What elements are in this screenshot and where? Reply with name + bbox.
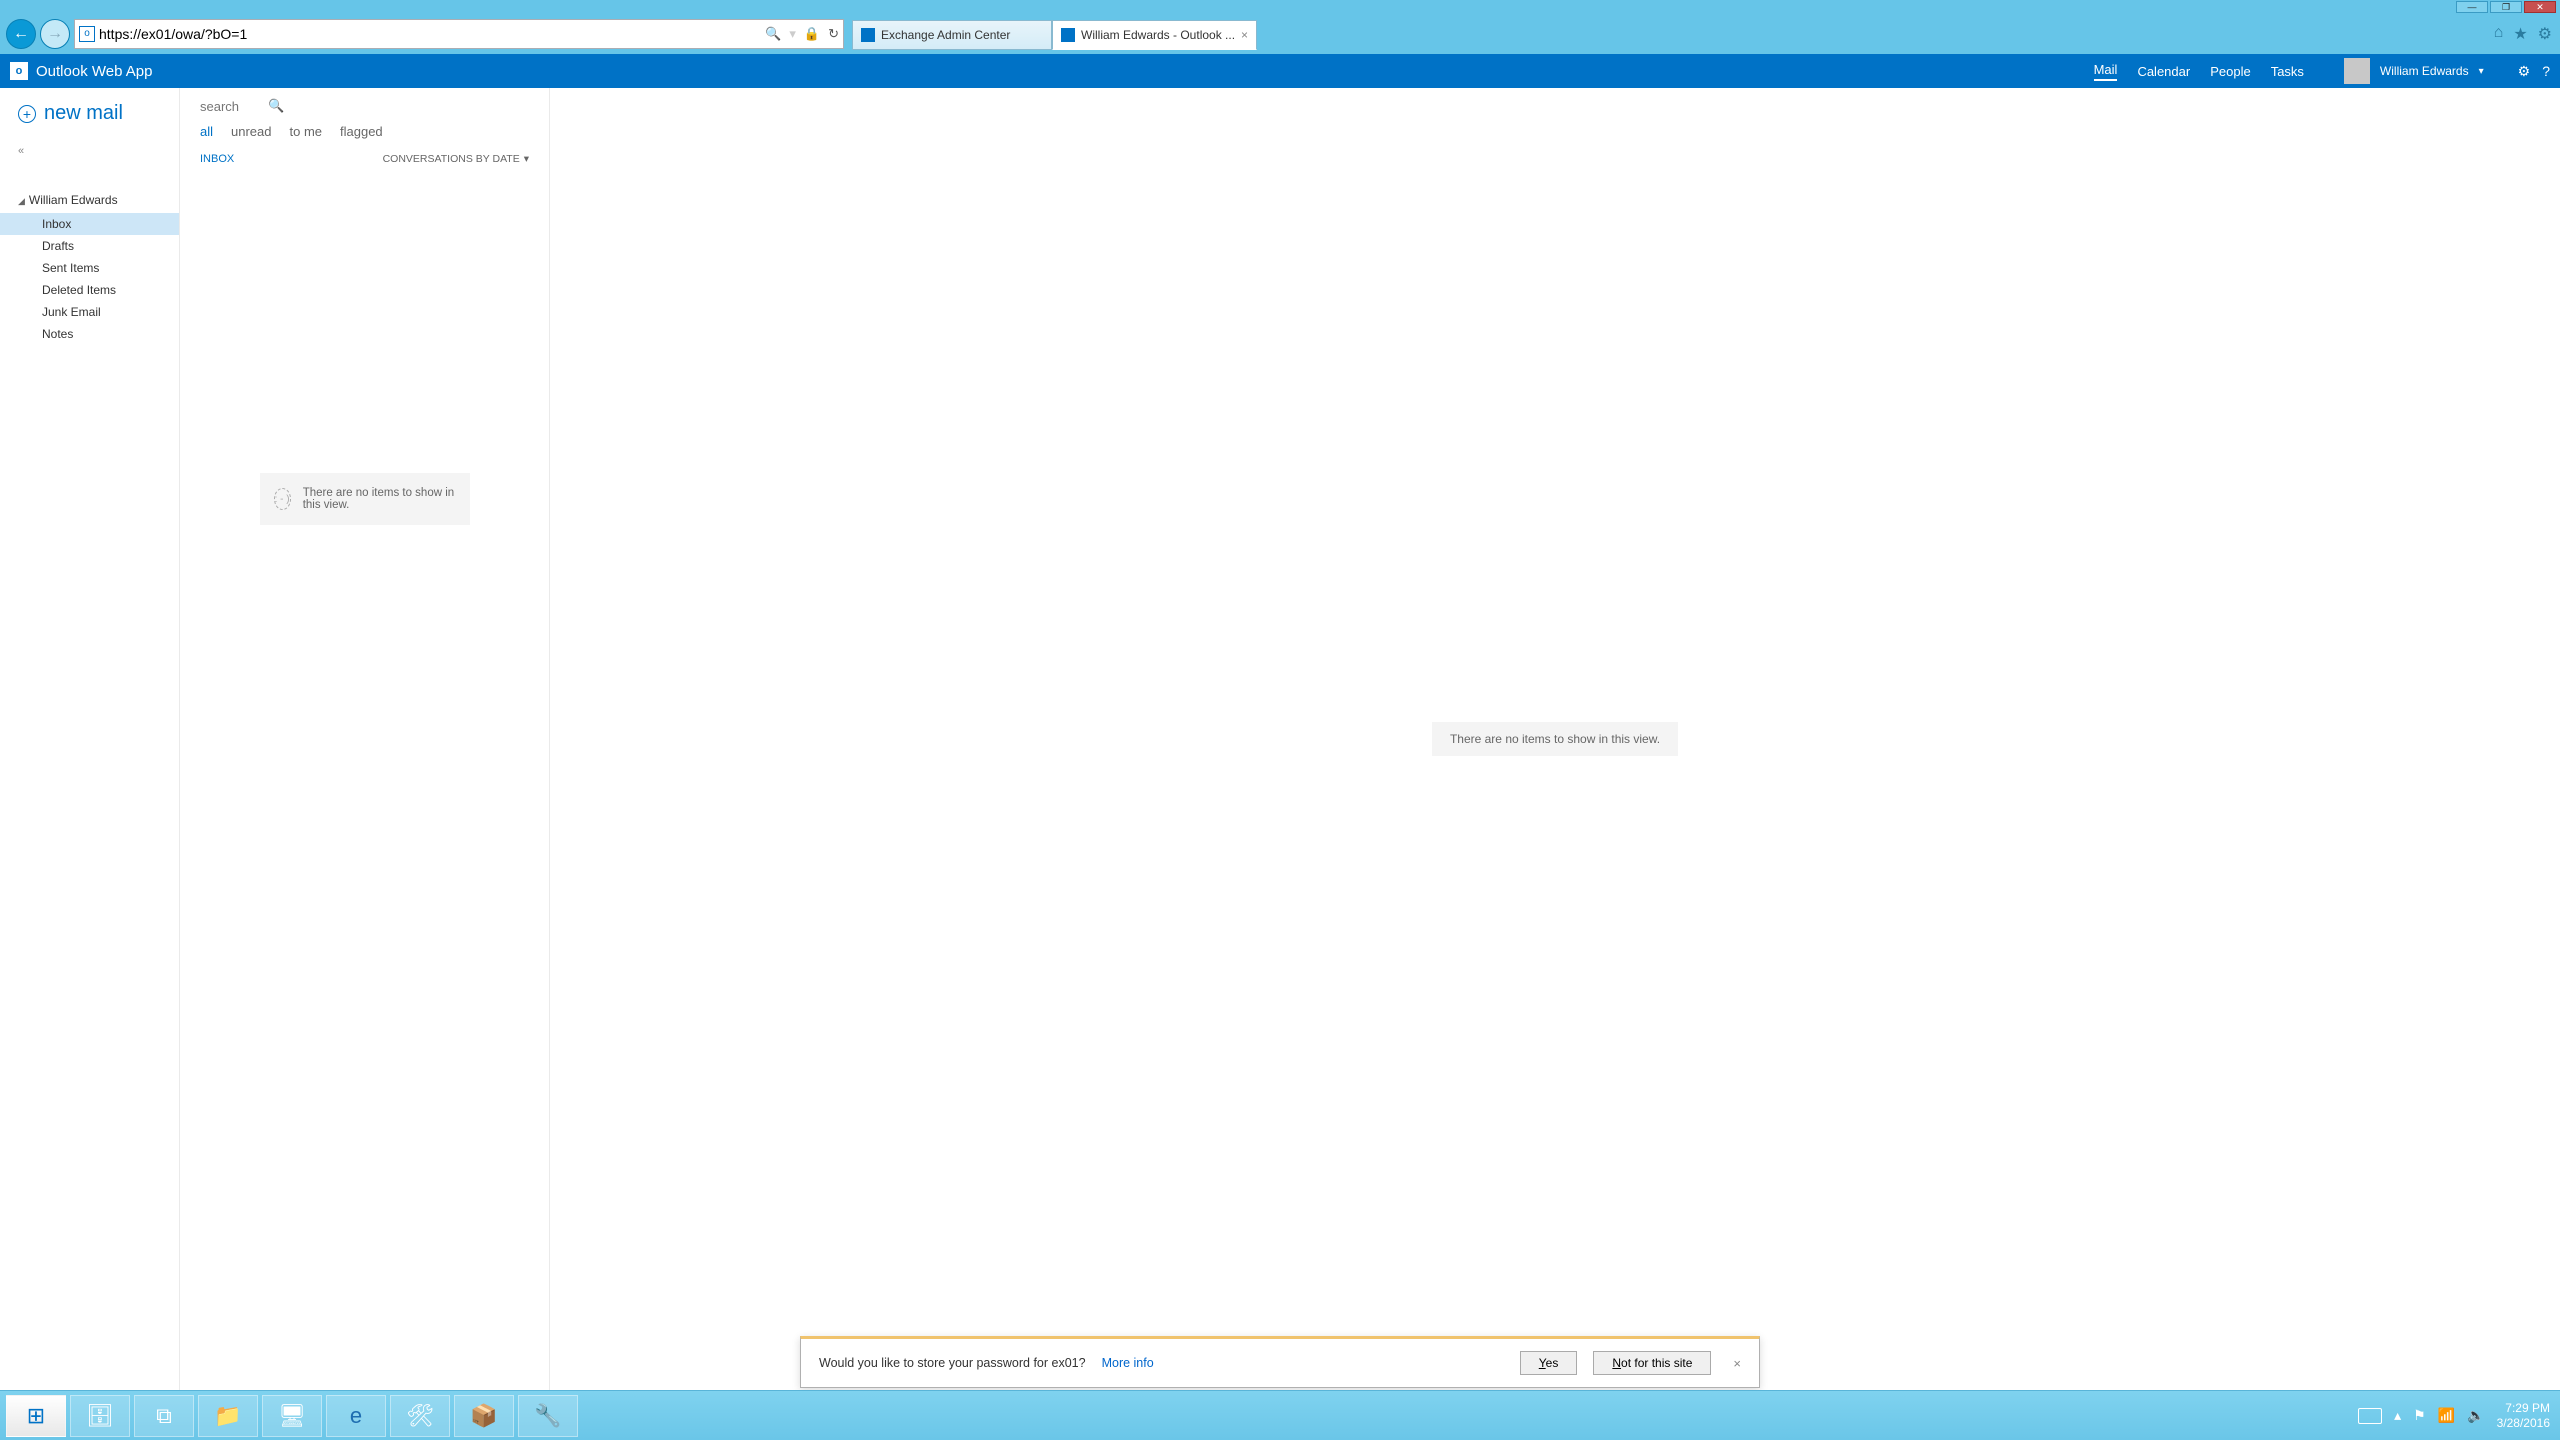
tray-time: 7:29 PM xyxy=(2497,1401,2550,1416)
nav-mail[interactable]: Mail xyxy=(2094,62,2118,81)
ie-tab-outlook-active[interactable]: William Edwards - Outlook ... × xyxy=(1052,20,1257,50)
tray-clock[interactable]: 7:29 PM 3/28/2016 xyxy=(2497,1401,2550,1431)
nav-tasks[interactable]: Tasks xyxy=(2271,64,2304,79)
taskbar-app7[interactable]: 📦 xyxy=(454,1395,514,1437)
folder-notes[interactable]: Notes xyxy=(18,323,169,345)
account-label: William Edwards xyxy=(29,193,118,207)
search-input[interactable] xyxy=(200,99,260,114)
sort-label: CONVERSATIONS BY DATE xyxy=(383,153,520,165)
ie-refresh-icon[interactable]: ↻ xyxy=(828,26,839,42)
filter-all[interactable]: all xyxy=(200,124,213,139)
pw-yes-button[interactable]: Yes xyxy=(1520,1351,1578,1375)
tray-date: 3/28/2016 xyxy=(2497,1416,2550,1431)
ie-forward-button[interactable]: → xyxy=(40,19,70,49)
pw-not-button[interactable]: Not for this site xyxy=(1593,1351,1711,1375)
filter-row: all unread to me flagged xyxy=(180,114,549,145)
owa-body: + new mail « ◢ William Edwards Inbox Draf… xyxy=(0,88,2560,1390)
pw-prompt-text: Would you like to store your password fo… xyxy=(819,1356,1086,1370)
ie-address-bar[interactable]: o 🔍 ▾ 🔒 ↻ xyxy=(74,19,844,49)
plus-circle-icon: + xyxy=(18,105,36,123)
nav-people[interactable]: People xyxy=(2210,64,2250,79)
taskbar-server-manager[interactable]: 🗄 xyxy=(70,1395,130,1437)
taskbar-powershell[interactable]: ⧉ xyxy=(134,1395,194,1437)
owa-logo-icon: o xyxy=(10,62,28,80)
folder-junk[interactable]: Junk Email xyxy=(18,301,169,323)
filter-flagged[interactable]: flagged xyxy=(340,124,383,139)
start-button[interactable]: ⊞ xyxy=(6,1395,66,1437)
window-titlebar: — ❐ ✕ xyxy=(0,0,2560,14)
window-minimize[interactable]: — xyxy=(2456,1,2488,13)
new-mail-button[interactable]: + new mail xyxy=(18,102,169,125)
reading-pane: There are no items to show in this view. xyxy=(550,88,2560,1390)
list-header-title: INBOX xyxy=(200,153,234,165)
account-node[interactable]: ◢ William Edwards xyxy=(18,193,169,207)
taskbar-explorer[interactable]: 📁 xyxy=(198,1395,258,1437)
windows-taskbar: ⊞ 🗄 ⧉ 📁 🖥 e 🛠 📦 🔧 ▴ ⚑ 📶 🔈 7:29 PM 3/28/2… xyxy=(0,1390,2560,1440)
ie-tab-title: William Edwards - Outlook ... xyxy=(1081,28,1235,42)
ie-password-prompt: Would you like to store your password fo… xyxy=(800,1336,1760,1388)
pw-more-info-link[interactable]: More info xyxy=(1102,1356,1154,1370)
chevron-down-icon: ▾ xyxy=(524,153,529,165)
ie-search-dropdown-icon[interactable]: 🔍 xyxy=(765,26,781,42)
folder-inbox[interactable]: Inbox xyxy=(0,213,179,235)
window-maximize[interactable]: ❐ xyxy=(2490,1,2522,13)
folder-drafts[interactable]: Drafts xyxy=(18,235,169,257)
ie-tab-favicon xyxy=(1061,28,1075,42)
settings-gear-icon[interactable]: ⚙ xyxy=(2518,63,2531,80)
folder-sent[interactable]: Sent Items xyxy=(18,257,169,279)
ie-toolbar: ← → o 🔍 ▾ 🔒 ↻ Exchange Admin Center Will… xyxy=(0,14,2560,54)
ie-tab-close-icon[interactable]: × xyxy=(1241,28,1248,42)
sort-dropdown[interactable]: CONVERSATIONS BY DATE ▾ xyxy=(383,153,529,165)
search-icon[interactable]: 🔍 xyxy=(268,98,284,114)
owa-header: o Outlook Web App Mail Calendar People T… xyxy=(0,54,2560,88)
ie-tab-title: Exchange Admin Center xyxy=(881,28,1010,42)
folder-list: Inbox Drafts Sent Items Deleted Items Ju… xyxy=(18,213,169,345)
tray-network-icon[interactable]: 📶 xyxy=(2438,1407,2455,1424)
ie-site-icon: o xyxy=(79,26,95,42)
ie-tab-exchange-admin[interactable]: Exchange Admin Center xyxy=(852,20,1052,50)
taskbar-app8[interactable]: 🔧 xyxy=(518,1395,578,1437)
user-avatar[interactable] xyxy=(2344,58,2370,84)
ie-tools-icon[interactable]: ⚙ xyxy=(2538,24,2552,44)
ie-tabstrip: Exchange Admin Center William Edwards - … xyxy=(852,18,1257,50)
ie-tab-favicon xyxy=(861,28,875,42)
system-tray: ▴ ⚑ 📶 🔈 7:29 PM 3/28/2016 xyxy=(2358,1401,2556,1431)
new-mail-label: new mail xyxy=(44,102,123,125)
pw-close-icon[interactable]: × xyxy=(1733,1356,1741,1371)
filter-unread[interactable]: unread xyxy=(231,124,271,139)
taskbar-console[interactable]: 🖥 xyxy=(262,1395,322,1437)
filter-tome[interactable]: to me xyxy=(290,124,323,139)
ie-back-button[interactable]: ← xyxy=(6,19,36,49)
list-header-row: INBOX CONVERSATIONS BY DATE ▾ xyxy=(180,145,549,173)
tree-caret-icon: ◢ xyxy=(18,196,25,206)
ie-url-input[interactable] xyxy=(99,26,765,42)
empty-reading-text: There are no items to show in this view. xyxy=(1432,722,1678,756)
empty-list-text: There are no items to show in this view. xyxy=(303,487,456,511)
ie-favorites-icon[interactable]: ★ xyxy=(2513,24,2527,44)
taskbar-app6[interactable]: 🛠 xyxy=(390,1395,450,1437)
user-name[interactable]: William Edwards xyxy=(2380,64,2469,78)
nav-calendar[interactable]: Calendar xyxy=(2137,64,2190,79)
search-row: 🔍 xyxy=(180,88,549,114)
ie-home-icon[interactable]: ⌂ xyxy=(2494,24,2504,44)
keyboard-icon[interactable] xyxy=(2358,1408,2382,1424)
help-icon[interactable]: ? xyxy=(2542,63,2550,80)
tray-arrow-icon[interactable]: ▴ xyxy=(2394,1407,2401,1424)
empty-face-icon: : - ) xyxy=(274,488,291,510)
tray-sound-icon[interactable]: 🔈 xyxy=(2467,1407,2484,1424)
folder-deleted[interactable]: Deleted Items xyxy=(18,279,169,301)
owa-app-title: Outlook Web App xyxy=(36,63,152,80)
window-close[interactable]: ✕ xyxy=(2524,1,2556,13)
folder-sidebar: + new mail « ◢ William Edwards Inbox Draf… xyxy=(0,88,180,1390)
empty-list-notice: : - ) There are no items to show in this… xyxy=(260,473,470,525)
ie-lock-icon[interactable]: 🔒 xyxy=(804,26,820,42)
taskbar-ie[interactable]: e xyxy=(326,1395,386,1437)
user-menu-caret-icon[interactable]: ▾ xyxy=(2479,66,2484,77)
message-list-pane: 🔍 all unread to me flagged INBOX CONVERS… xyxy=(180,88,550,1390)
tray-flag-icon[interactable]: ⚑ xyxy=(2413,1407,2426,1424)
sidebar-collapse-button[interactable]: « xyxy=(18,145,169,157)
